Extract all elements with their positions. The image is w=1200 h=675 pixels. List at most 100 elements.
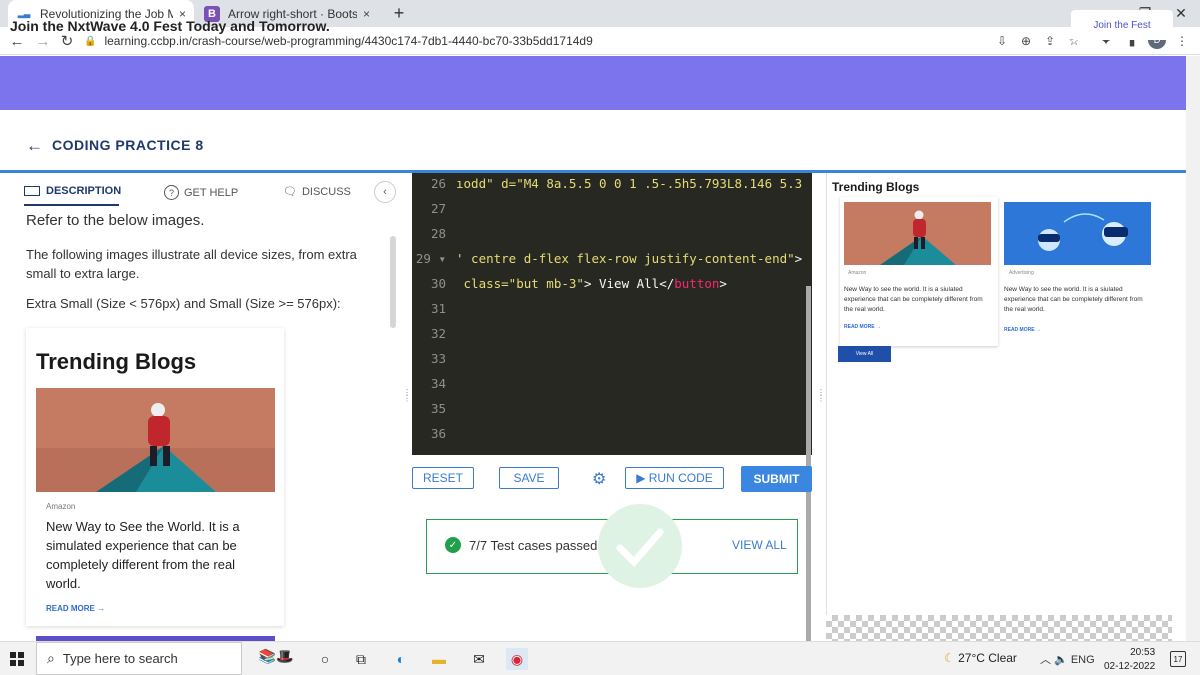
notification-center-icon[interactable]: 17: [1170, 651, 1186, 667]
tab-description[interactable]: DESCRIPTION: [24, 185, 121, 197]
promo-banner: [0, 56, 1186, 110]
menu-kebab-icon[interactable]: ⋮: [1172, 31, 1192, 51]
line-number: 29 ▾: [415, 251, 446, 266]
preview-card-source: Advertising: [1009, 270, 1034, 276]
preview-card: Advertising New Way to see the world. It…: [1001, 197, 1159, 346]
edge-icon[interactable]: ◐: [390, 648, 412, 670]
settings-gear-icon[interactable]: ⚙: [592, 469, 606, 489]
moon-icon: ☾: [944, 651, 955, 665]
code-token: ıodd" d=: [456, 176, 517, 191]
view-all-results-link[interactable]: VIEW ALL: [732, 538, 787, 552]
card-description: New Way to See the World. It is a simula…: [46, 519, 240, 591]
volume-icon[interactable]: 🔈: [1054, 654, 1068, 666]
weather-widget[interactable]: ☾ 27°C Clear: [944, 651, 1017, 665]
test-result-text: 7/7 Test cases passed: [469, 538, 598, 553]
line-number: 34: [430, 376, 446, 391]
code-token: button: [674, 276, 720, 291]
preview-heading: Trending Blogs: [832, 180, 920, 194]
windows-start-icon[interactable]: [10, 652, 24, 666]
panel-resize-handle[interactable]: ⋮ ⋮: [403, 389, 411, 430]
sample-card-heading: Trending Blogs: [36, 349, 197, 374]
preview-image-vr-person: [844, 202, 991, 265]
back-arrow-icon[interactable]: ←: [26, 136, 43, 156]
share-icon[interactable]: ⇪: [1040, 31, 1060, 51]
read-more-link[interactable]: READ MORE →: [46, 604, 105, 613]
line-number: 35: [430, 401, 446, 416]
line-number: 33: [430, 351, 446, 366]
code-line[interactable]: ıodd" d="M4 8a.5.5 0 0 1 .5-.5h5.793L8.1…: [456, 176, 802, 191]
clock-time: 20:53: [1130, 647, 1156, 658]
preview-read-more[interactable]: READ MORE →: [1004, 327, 1041, 333]
description-para-1: The following images illustrate all devi…: [26, 247, 357, 281]
help-icon: ?: [164, 185, 179, 200]
preview-view-all-button[interactable]: View All: [838, 346, 891, 362]
code-token: >: [719, 276, 727, 291]
url-text: learning.ccbp.in/crash-course/web-progra…: [104, 34, 593, 48]
preview-card-desc: New Way to see the world. It is a siulat…: [844, 286, 983, 313]
zoom-icon[interactable]: ⊕: [1016, 31, 1036, 51]
line-number: 31: [430, 301, 446, 316]
code-token: "M4 8a.5.5 0 0 1 .5-.5h5.793L8.146 5.3: [516, 176, 803, 191]
tab-discuss[interactable]: 🗨 DISCUSS: [283, 185, 351, 199]
chat-icon: 🗨: [283, 186, 297, 198]
collapse-panel-button[interactable]: ‹: [374, 181, 396, 203]
description-heading: Refer to the below images.: [26, 212, 205, 229]
clock[interactable]: 20:53 02-12-2022: [1104, 646, 1155, 674]
lock-icon: 🔒: [84, 35, 97, 47]
active-tab-indicator: [24, 204, 119, 206]
chrome-icon[interactable]: ◉: [506, 648, 528, 670]
language-indicator[interactable]: ENG: [1071, 654, 1095, 666]
line-number: 27: [430, 201, 446, 216]
line-number: 36: [430, 426, 446, 441]
description-para-2: Extra Small (Size < 576px) and Small (Si…: [26, 296, 341, 311]
save-button[interactable]: SAVE: [499, 467, 559, 489]
success-check-watermark-icon: [598, 504, 682, 588]
line-number: 30: [430, 276, 446, 291]
left-panel-scrollbar[interactable]: [390, 236, 396, 328]
tab-discuss-label: DISCUSS: [301, 185, 351, 198]
code-line[interactable]: ' centre d-flex flex-row justify-content…: [456, 251, 802, 266]
preview-read-more[interactable]: READ MORE →: [844, 324, 881, 330]
tab-get-help-label: GET HELP: [184, 186, 239, 199]
file-explorer-icon[interactable]: ▬: [428, 648, 450, 670]
run-code-button[interactable]: ▶ RUN CODE: [625, 467, 724, 489]
code-token: ' centre d-flex flex-row justify-content…: [456, 251, 795, 266]
taskbar-search-placeholder: Type here to search: [62, 651, 178, 666]
code-token: >: [794, 251, 803, 266]
editor-scrollbar[interactable]: [806, 286, 811, 641]
install-icon[interactable]: ⇩: [992, 31, 1012, 51]
tab-get-help[interactable]: ? GET HELP: [164, 185, 238, 200]
submit-button[interactable]: SUBMIT: [741, 466, 812, 492]
card-source: Amazon: [46, 502, 76, 511]
join-fest-button[interactable]: Join the Fest: [1071, 10, 1173, 40]
search-icon: ⌕: [47, 650, 55, 666]
task-view-icon[interactable]: ⧉: [350, 648, 372, 670]
preview-image-vr-headset: [1004, 202, 1151, 265]
description-icon: [24, 186, 40, 196]
panel-resize-handle[interactable]: ⋮ ⋮: [817, 389, 825, 430]
reset-button[interactable]: RESET: [412, 467, 474, 489]
mail-icon[interactable]: ✉: [468, 648, 490, 670]
tab-description-label: DESCRIPTION: [46, 185, 122, 197]
code-token: > View All</: [583, 276, 675, 291]
close-tab-icon[interactable]: ×: [363, 7, 370, 21]
line-number: 28: [430, 226, 446, 241]
search-highlight-icon[interactable]: 📚🎩: [246, 645, 306, 667]
system-tray[interactable]: ︿ 🔈 ENG: [1040, 651, 1095, 667]
new-tab-button[interactable]: +: [382, 0, 416, 27]
blog-image-vr-person: [36, 388, 275, 492]
page-scrollbar[interactable]: [1186, 56, 1200, 641]
cortana-icon[interactable]: ○: [314, 648, 336, 670]
code-editor[interactable]: [412, 173, 812, 455]
line-number: 26: [430, 176, 446, 191]
clock-date: 02-12-2022: [1104, 661, 1156, 672]
weather-text: 27°C Clear: [958, 651, 1017, 665]
preview-card: Amazon New Way to see the world. It is a…: [840, 197, 998, 346]
taskbar-search-input[interactable]: ⌕ Type here to search: [36, 642, 242, 675]
code-line[interactable]: class="but mb-3"> View All</button>: [456, 276, 727, 291]
banner-text: Join the NxtWave 4.0 Fest Today and Tomo…: [10, 18, 330, 34]
code-token: class="but mb-3": [456, 276, 584, 291]
page-title: CODING PRACTICE 8: [52, 137, 204, 153]
line-number: 32: [430, 326, 446, 341]
chevron-up-icon[interactable]: ︿: [1040, 654, 1051, 666]
